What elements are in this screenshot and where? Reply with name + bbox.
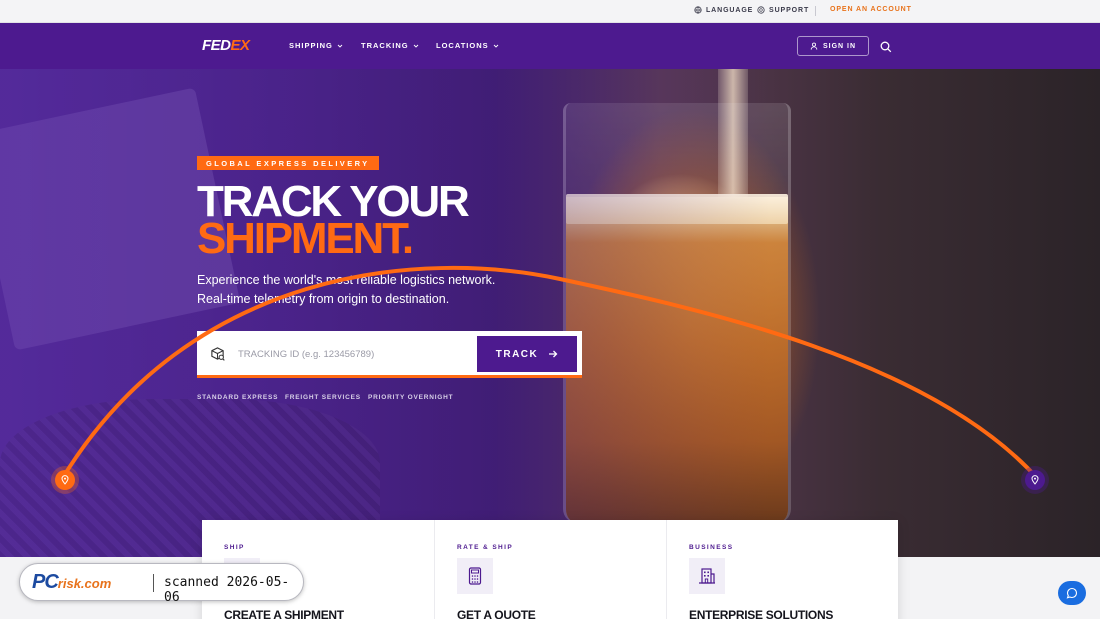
scan-watermark: PCrisk.com scanned 2026-05-06 — [19, 563, 304, 605]
route-arc — [60, 265, 1040, 481]
nav-item-label: LOCATIONS — [436, 41, 489, 50]
utility-bar: LANGUAGE SUPPORT OPEN AN ACCOUNT — [0, 0, 1100, 23]
watermark-logo: PCrisk.com — [32, 571, 111, 594]
search-icon — [880, 41, 892, 53]
route-line — [60, 265, 1040, 481]
language-link[interactable]: LANGUAGE — [694, 6, 753, 14]
card-enterprise-solutions[interactable]: BUSINESS ENTERPRISE SOLUTIONS — [666, 520, 898, 619]
card-get-quote[interactable]: RATE & SHIP GET A QUOTE — [434, 520, 666, 619]
globe-icon — [694, 6, 702, 14]
destination-pin-icon — [1025, 470, 1045, 490]
chat-button[interactable] — [1058, 581, 1086, 605]
utility-divider — [815, 6, 816, 16]
chevron-down-icon — [413, 44, 418, 48]
card-eyebrow: BUSINESS — [689, 544, 734, 551]
support-link[interactable]: SUPPORT — [757, 6, 809, 14]
watermark-scan-date: scanned 2026-05-06 — [164, 575, 290, 605]
chat-icon — [1066, 587, 1078, 599]
calculator-icon — [457, 558, 493, 594]
logo-fed: FED — [202, 37, 231, 54]
nav-item-label: SHIPPING — [289, 41, 333, 50]
card-title: ENTERPRISE SOLUTIONS — [689, 608, 834, 619]
support-label: SUPPORT — [769, 6, 810, 14]
sign-in-label: SIGN IN — [822, 42, 857, 50]
watermark-brand-suffix: risk.com — [57, 576, 112, 591]
watermark-divider — [153, 574, 154, 592]
card-title: GET A QUOTE — [457, 608, 536, 619]
main-nav: FEDEX SHIPPING TRACKING LOCATIONS SIGN I… — [0, 23, 1100, 69]
card-title: CREATE A SHIPMENT — [224, 608, 344, 619]
logo[interactable]: FEDEX — [202, 37, 250, 54]
origin-pin-icon — [55, 470, 75, 490]
watermark-brand: PC — [32, 571, 59, 593]
chevron-down-icon — [337, 44, 343, 48]
card-eyebrow: RATE & SHIP — [457, 544, 514, 551]
search-button[interactable] — [880, 40, 892, 58]
nav-item-tracking[interactable]: TRACKING — [361, 41, 419, 50]
user-icon — [810, 42, 818, 50]
open-account-link[interactable]: OPEN AN ACCOUNT — [830, 6, 912, 13]
card-eyebrow: SHIP — [224, 544, 245, 551]
nav-item-locations[interactable]: LOCATIONS — [436, 41, 499, 50]
nav-item-label: TRACKING — [361, 41, 409, 50]
sign-in-button[interactable]: SIGN IN — [797, 36, 869, 56]
service-cards: SHIP CREATE A SHIPMENT RATE & SHIP GET A… — [202, 520, 898, 619]
nav-item-shipping[interactable]: SHIPPING — [289, 41, 343, 50]
chevron-down-icon — [493, 44, 498, 48]
support-icon — [757, 6, 765, 14]
logo-ex: EX — [230, 37, 251, 54]
language-label: LANGUAGE — [706, 6, 754, 14]
building-icon — [689, 558, 725, 594]
